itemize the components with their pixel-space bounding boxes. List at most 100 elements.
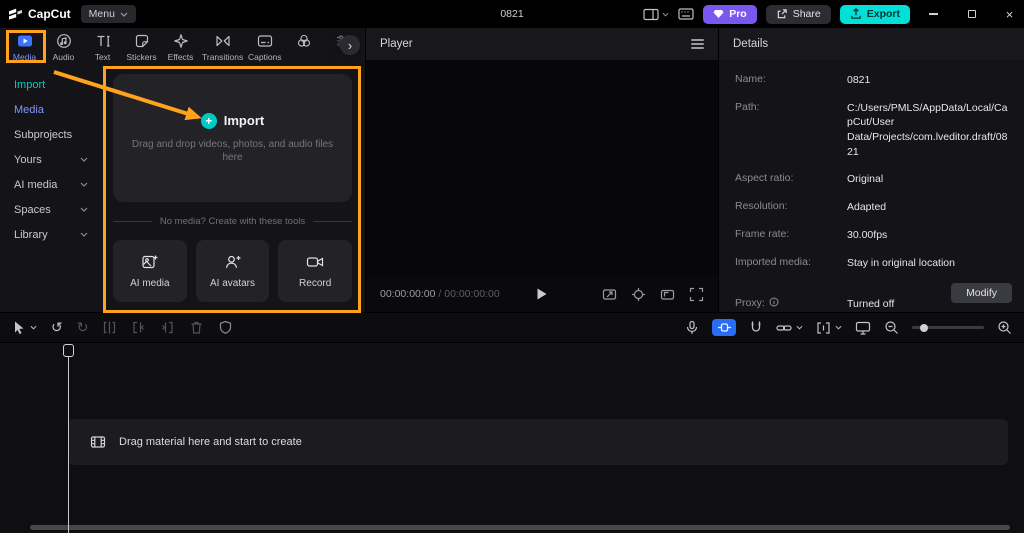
- preview-axis-button[interactable]: [816, 321, 842, 335]
- ratio-icon[interactable]: [660, 287, 675, 302]
- export-icon: [850, 8, 862, 20]
- menu-button[interactable]: Menu: [81, 5, 136, 23]
- delete-right-button[interactable]: [160, 320, 175, 335]
- sidebar-item-subprojects[interactable]: Subprojects: [0, 122, 100, 147]
- timeline-toolbar: ↺ ↻: [0, 312, 1024, 343]
- player-menu-icon[interactable]: [691, 39, 704, 49]
- shortcut-keyboard-icon[interactable]: [678, 8, 694, 20]
- delete-left-button[interactable]: [131, 320, 146, 335]
- tab-stickers[interactable]: Stickers: [122, 28, 161, 64]
- detail-value: Original: [847, 172, 1008, 187]
- detail-label: Resolution:: [735, 200, 847, 215]
- plus-icon: +: [201, 113, 217, 129]
- empty-track-dropzone[interactable]: Drag material here and start to create: [68, 419, 1008, 465]
- auto-snap-magnet-icon[interactable]: [749, 320, 763, 335]
- tab-captions[interactable]: Captions: [245, 28, 284, 64]
- delete-button[interactable]: [189, 320, 204, 335]
- detail-value: 0821: [847, 73, 1008, 88]
- mask-cover-button[interactable]: [218, 320, 233, 335]
- chevron-down-icon: [120, 12, 128, 17]
- import-button[interactable]: + Import: [201, 113, 264, 129]
- detail-label: Aspect ratio:: [735, 172, 847, 187]
- zoom-out-icon[interactable]: [884, 320, 899, 335]
- tab-label: Transitions: [202, 52, 243, 62]
- play-button[interactable]: [537, 288, 548, 301]
- pro-badge[interactable]: Pro: [703, 5, 757, 24]
- playhead-handle[interactable]: [63, 344, 74, 357]
- tab-effects[interactable]: Effects: [161, 28, 200, 64]
- maximize-button[interactable]: [957, 0, 986, 28]
- sidebar-item-yours[interactable]: Yours: [0, 147, 100, 172]
- timecode-current: 00:00:00:00: [380, 288, 435, 300]
- import-button-label: Import: [224, 113, 264, 128]
- detail-value: 30.00fps: [847, 228, 1008, 243]
- share-label: Share: [793, 8, 821, 20]
- share-button[interactable]: Share: [766, 5, 831, 24]
- sidebar-item-media[interactable]: Media: [0, 97, 100, 122]
- select-tool-button[interactable]: [12, 320, 37, 335]
- tab-audio[interactable]: Audio: [44, 28, 83, 64]
- detail-label: Imported media:: [735, 256, 847, 271]
- timeline-zoom-slider[interactable]: [912, 321, 984, 335]
- slider-thumb[interactable]: [920, 324, 928, 332]
- record-card[interactable]: Record: [278, 240, 352, 302]
- ai-avatars-card[interactable]: AI avatars: [196, 240, 270, 302]
- focus-icon[interactable]: [631, 287, 646, 302]
- detail-value: Adapted: [847, 200, 1008, 215]
- detail-row-resolution: Resolution: Adapted: [719, 200, 1024, 215]
- sidebar-item-spaces[interactable]: Spaces: [0, 197, 100, 222]
- details-header: Details: [719, 28, 1024, 60]
- tool-card-label: AI avatars: [210, 278, 255, 289]
- sidebar-item-ai-media[interactable]: AI media: [0, 172, 100, 197]
- capcut-logo-icon: [8, 7, 23, 22]
- display-mode-icon[interactable]: [643, 8, 669, 21]
- player-panel: Player 00:00:00:00 / 00:00:00:00: [365, 28, 718, 312]
- timeline-display-icon[interactable]: [855, 321, 871, 335]
- tab-text[interactable]: Text: [83, 28, 122, 64]
- detail-label: Path:: [735, 101, 847, 160]
- chevron-down-icon: [80, 182, 88, 187]
- tab-label: Effects: [168, 52, 194, 62]
- text-tab-icon: [95, 33, 111, 49]
- minimize-icon: [929, 13, 938, 14]
- fullscreen-icon[interactable]: [689, 287, 704, 302]
- redo-button[interactable]: ↻: [77, 321, 89, 335]
- divider-line: [113, 221, 152, 222]
- dropzone-hint: Drag and drop videos, photos, and audio …: [128, 138, 338, 164]
- zoom-in-icon[interactable]: [997, 320, 1012, 335]
- timeline-empty-hint: Drag material here and start to create: [119, 436, 302, 448]
- record-voiceover-icon[interactable]: [685, 320, 699, 336]
- media-content-area: + Import Drag and drop videos, photos, a…: [100, 64, 365, 312]
- timeline-area[interactable]: Drag material here and start to create: [0, 343, 1024, 533]
- media-tab-icon: [17, 33, 33, 49]
- main-track-magnet-toggle[interactable]: [712, 319, 736, 336]
- tab-transitions[interactable]: Transitions: [200, 28, 245, 64]
- tab-filters[interactable]: [284, 28, 323, 64]
- minimize-button[interactable]: [919, 0, 948, 28]
- close-button[interactable]: ×: [995, 0, 1024, 28]
- tab-media[interactable]: Media: [5, 28, 44, 64]
- chevron-down-icon: [80, 207, 88, 212]
- undo-button[interactable]: ↺: [51, 321, 63, 335]
- chevron-right-icon: ›: [348, 38, 352, 53]
- sidebar-item-library[interactable]: Library: [0, 222, 100, 247]
- filters-tab-icon: [296, 33, 312, 49]
- detail-row-aspect-ratio: Aspect ratio: Original: [719, 172, 1024, 187]
- captions-tab-icon: [257, 33, 273, 49]
- horizontal-scrollbar[interactable]: [30, 525, 1010, 530]
- export-button[interactable]: Export: [840, 5, 910, 24]
- tabbar-scroll-right-button[interactable]: ›: [340, 35, 360, 55]
- import-dropzone[interactable]: + Import Drag and drop videos, photos, a…: [113, 74, 352, 202]
- timecode: 00:00:00:00 / 00:00:00:00: [380, 288, 500, 300]
- modify-button[interactable]: Modify: [951, 283, 1012, 303]
- info-icon[interactable]: [769, 297, 779, 307]
- tab-label: Audio: [53, 52, 75, 62]
- sidebar-item-label: Spaces: [14, 204, 51, 216]
- fit-canvas-icon[interactable]: [602, 287, 617, 302]
- sidebar-item-import[interactable]: Import: [0, 72, 100, 97]
- linkage-button[interactable]: [776, 322, 803, 334]
- split-button[interactable]: [102, 320, 117, 335]
- effects-tab-icon: [173, 33, 189, 49]
- ai-media-card[interactable]: AI media: [113, 240, 187, 302]
- details-panel: Details Name: 0821 Path: C:/Users/PMLS/A…: [718, 28, 1024, 312]
